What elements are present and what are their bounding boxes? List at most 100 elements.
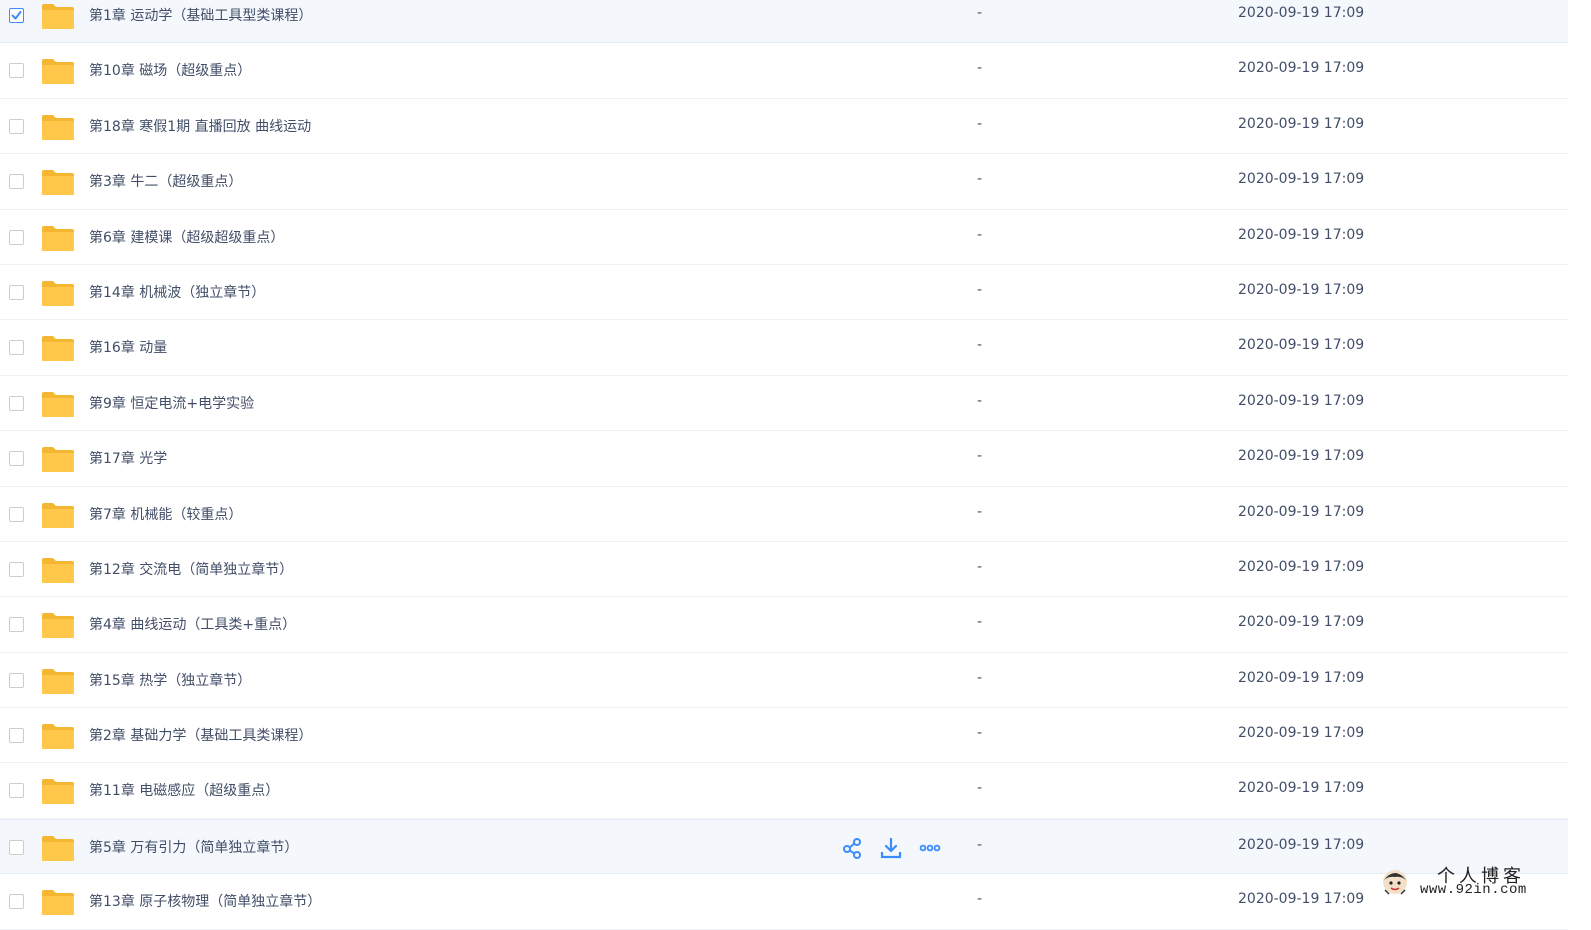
file-name[interactable]: 第3章 牛二（超级重点）	[89, 171, 242, 191]
folder-icon	[41, 556, 75, 584]
folder-icon	[41, 168, 75, 196]
share-button[interactable]	[840, 836, 864, 860]
file-size: -	[977, 669, 983, 686]
row-checkbox[interactable]	[9, 174, 24, 190]
file-size: -	[977, 115, 983, 132]
file-list: 第1章 运动学（基础工具型类课程） - 2020-09-19 17:09 第10章 磁…	[0, 0, 1568, 930]
file-name[interactable]: 第18章 寒假1期 直播回放 曲线运动	[89, 116, 311, 136]
file-size: -	[977, 725, 983, 742]
folder-icon	[41, 334, 75, 362]
file-name[interactable]: 第1章 运动学（基础工具型类课程）	[89, 5, 312, 25]
folder-icon	[41, 113, 75, 141]
folder-icon	[41, 722, 75, 750]
file-name[interactable]: 第2章 基础力学（基础工具类课程）	[89, 725, 312, 745]
file-row[interactable]: 第3章 牛二（超级重点） - 2020-09-19 17:09	[0, 154, 1568, 210]
row-checkbox[interactable]	[9, 561, 24, 577]
row-checkbox[interactable]	[9, 284, 24, 300]
row-checkbox[interactable]	[9, 451, 24, 467]
file-size: -	[977, 171, 983, 188]
file-name[interactable]: 第10章 磁场（超级重点）	[89, 60, 251, 80]
file-size: -	[977, 448, 983, 465]
file-row[interactable]: 第14章 机械波（独立章节） - 2020-09-19 17:09	[0, 265, 1568, 321]
file-row[interactable]: 第12章 交流电（简单独立章节） - 2020-09-19 17:09	[0, 542, 1568, 598]
file-size: -	[977, 60, 983, 77]
row-checkbox[interactable]	[9, 672, 24, 688]
file-size: -	[977, 614, 983, 631]
row-checkbox[interactable]	[9, 839, 24, 855]
file-size: -	[977, 780, 983, 797]
download-button[interactable]	[879, 836, 903, 860]
file-date: 2020-09-19 17:09	[1238, 281, 1365, 298]
file-date: 2020-09-19 17:09	[1238, 669, 1365, 686]
file-row[interactable]: 第11章 电磁感应（超级重点） - 2020-09-19 17:09	[0, 763, 1568, 819]
file-date: 2020-09-19 17:09	[1238, 780, 1365, 797]
file-date: 2020-09-19 17:09	[1238, 171, 1365, 188]
row-checkbox[interactable]	[9, 8, 24, 23]
folder-icon	[41, 611, 75, 639]
file-row[interactable]: 第6章 建模课（超级超级重点） - 2020-09-19 17:09	[0, 210, 1568, 265]
file-name[interactable]: 第11章 电磁感应（超级重点）	[89, 780, 279, 800]
file-size: -	[977, 5, 983, 21]
file-name[interactable]: 第15章 热学（独立章节）	[89, 670, 251, 690]
file-row[interactable]: 第4章 曲线运动（工具类+重点） - 2020-09-19 17:09	[0, 597, 1568, 653]
file-name[interactable]: 第16章 动量	[89, 337, 167, 357]
file-size: -	[977, 503, 983, 520]
file-size: -	[977, 226, 983, 243]
download-icon	[879, 837, 903, 864]
file-name[interactable]: 第12章 交流电（简单独立章节）	[89, 559, 293, 579]
row-checkbox[interactable]	[9, 728, 24, 744]
file-row[interactable]: 第17章 光学 - 2020-09-19 17:09	[0, 431, 1568, 487]
folder-icon	[41, 224, 75, 252]
file-name[interactable]: 第7章 机械能（较重点）	[89, 504, 242, 524]
more-icon	[918, 844, 942, 864]
file-row[interactable]: 第13章 原子核物理（简单独立章节） - 2020-09-19 17:09	[0, 874, 1568, 930]
file-row[interactable]: 第16章 动量 - 2020-09-19 17:09	[0, 320, 1568, 376]
file-size: -	[977, 392, 983, 409]
file-row[interactable]: 第18章 寒假1期 直播回放 曲线运动 - 2020-09-19 17:09	[0, 99, 1568, 155]
row-checkbox[interactable]	[9, 229, 24, 245]
file-name[interactable]: 第4章 曲线运动（工具类+重点）	[89, 614, 296, 634]
row-checkbox[interactable]	[9, 506, 24, 522]
file-date: 2020-09-19 17:09	[1238, 392, 1365, 409]
file-name[interactable]: 第17章 光学	[89, 448, 167, 468]
row-checkbox[interactable]	[9, 63, 24, 79]
row-checkbox[interactable]	[9, 617, 24, 633]
file-date: 2020-09-19 17:09	[1238, 226, 1365, 243]
file-row[interactable]: 第5章 万有引力（简单独立章节） - 2020-09-19 17:09	[0, 818, 1568, 875]
file-name[interactable]: 第14章 机械波（独立章节）	[89, 282, 265, 302]
file-size: -	[977, 891, 983, 908]
file-row[interactable]: 第15章 热学（独立章节） - 2020-09-19 17:09	[0, 653, 1568, 709]
folder-icon	[41, 834, 75, 862]
file-name[interactable]: 第13章 原子核物理（简单独立章节）	[89, 891, 321, 911]
folder-icon	[41, 2, 75, 30]
file-row[interactable]: 第1章 运动学（基础工具型类课程） - 2020-09-19 17:09	[0, 0, 1568, 44]
file-date: 2020-09-19 17:09	[1238, 337, 1365, 354]
file-size: -	[977, 337, 983, 354]
watermark-url: www.92in.com	[1420, 882, 1527, 898]
row-checkbox[interactable]	[9, 395, 24, 411]
file-name[interactable]: 第9章 恒定电流+电学实验	[89, 393, 254, 413]
file-row[interactable]: 第10章 磁场（超级重点） - 2020-09-19 17:09	[0, 43, 1568, 99]
folder-icon	[41, 279, 75, 307]
file-row[interactable]: 第9章 恒定电流+电学实验 - 2020-09-19 17:09	[0, 376, 1568, 432]
file-name[interactable]: 第6章 建模课（超级超级重点）	[89, 227, 284, 247]
row-checkbox[interactable]	[9, 340, 24, 356]
file-size: -	[977, 836, 983, 853]
file-date: 2020-09-19 17:09	[1238, 558, 1365, 575]
file-date: 2020-09-19 17:09	[1238, 503, 1365, 520]
file-size: -	[977, 558, 983, 575]
file-row[interactable]: 第7章 机械能（较重点） - 2020-09-19 17:09	[0, 487, 1568, 542]
avatar-icon	[1383, 870, 1407, 895]
file-name[interactable]: 第5章 万有引力（简单独立章节）	[89, 837, 298, 857]
row-checkbox[interactable]	[9, 783, 24, 799]
folder-icon	[41, 888, 75, 916]
folder-icon	[41, 57, 75, 85]
watermark: 个人博客 www.92in.com	[1373, 862, 1573, 902]
folder-icon	[41, 501, 75, 529]
file-row[interactable]: 第2章 基础力学（基础工具类课程） - 2020-09-19 17:09	[0, 708, 1568, 764]
more-button[interactable]	[918, 836, 942, 860]
file-date: 2020-09-19 17:09	[1238, 891, 1365, 908]
file-date: 2020-09-19 17:09	[1238, 448, 1365, 465]
row-checkbox[interactable]	[9, 118, 24, 134]
row-checkbox[interactable]	[9, 894, 24, 910]
